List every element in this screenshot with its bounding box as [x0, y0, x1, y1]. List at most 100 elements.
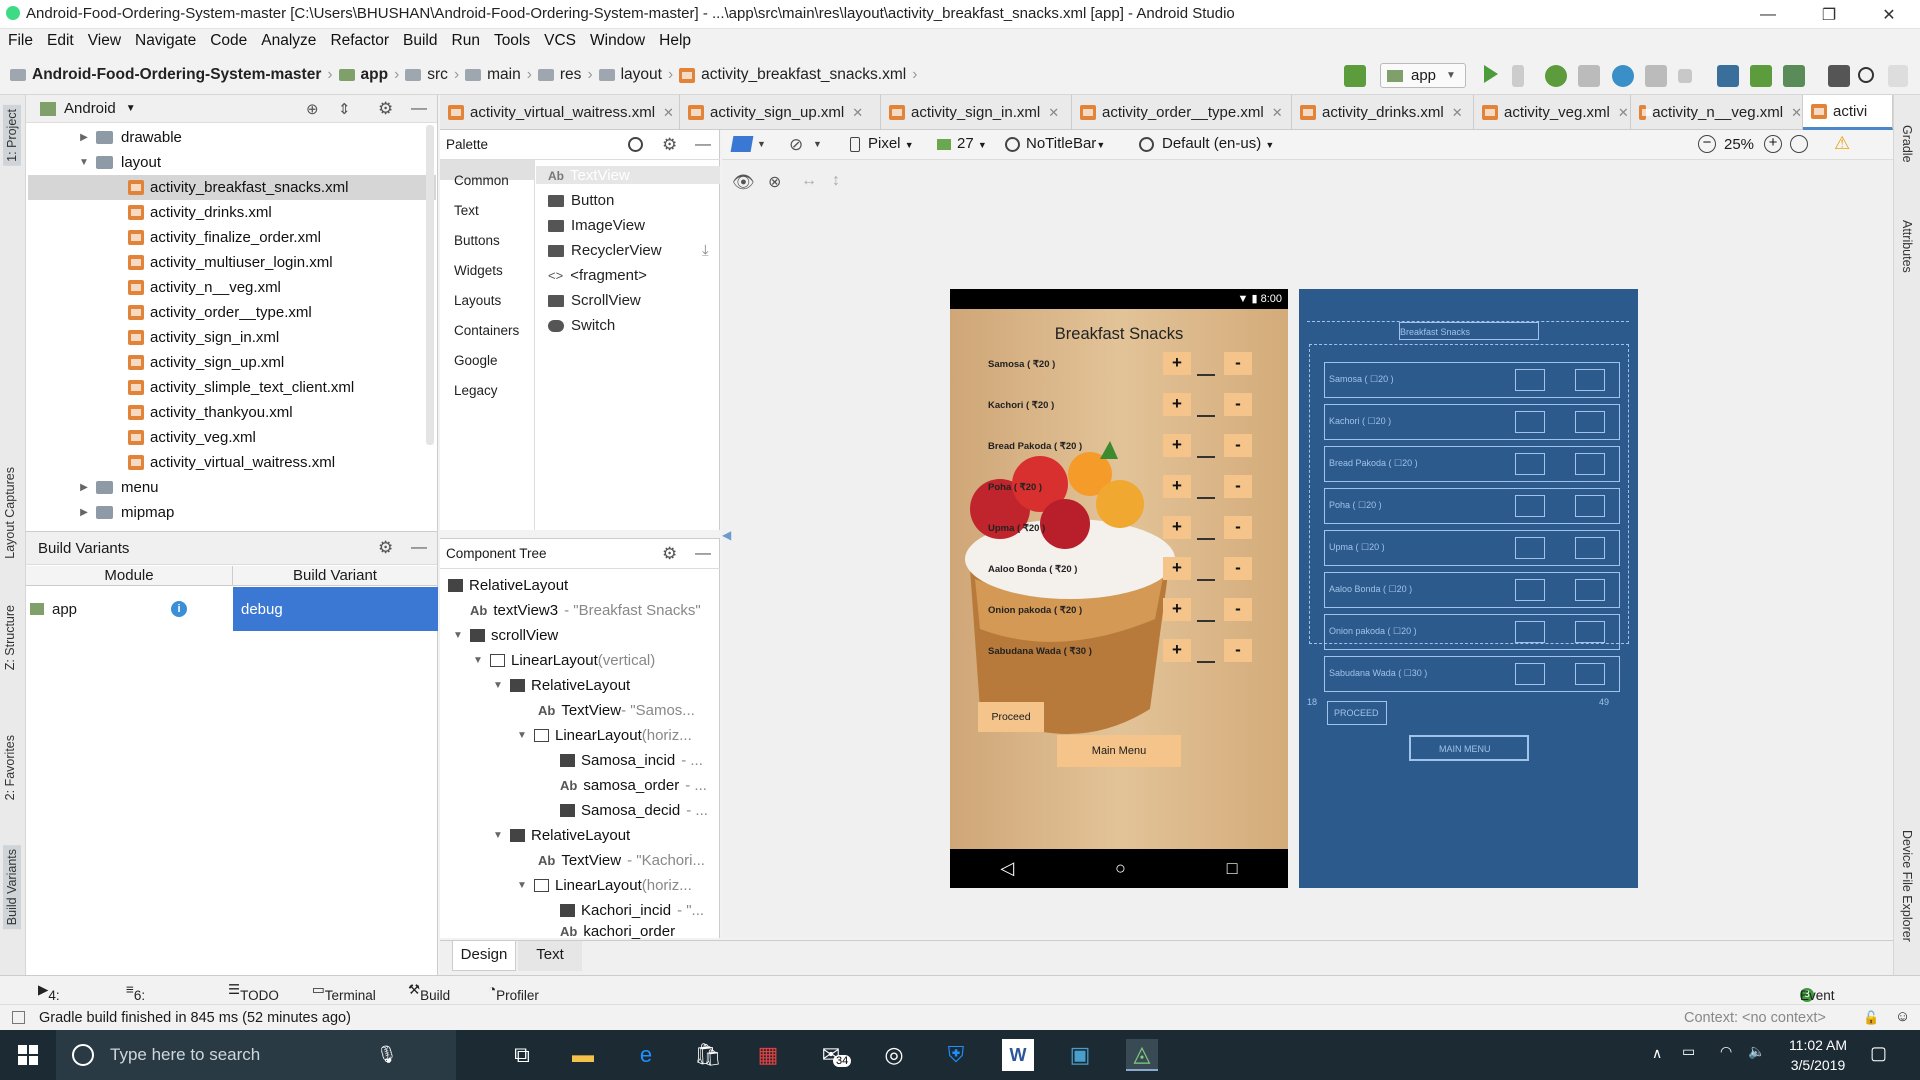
tree-file[interactable]: activity_slimple_text_client.xml — [128, 375, 354, 400]
tree-node[interactable]: Ab TextView - "Samos... — [538, 702, 695, 719]
decrement-button[interactable]: - — [1224, 352, 1252, 375]
show-view-options-icon[interactable]: 👁 — [732, 172, 755, 193]
build-tool-button[interactable]: ⚒ Build — [408, 982, 450, 1003]
palette-category-containers[interactable]: Containers — [454, 323, 519, 338]
close-tab-icon[interactable]: ✕ — [852, 105, 863, 121]
breadcrumb-main[interactable]: main — [465, 55, 521, 95]
quantity-field[interactable] — [1197, 661, 1215, 663]
scroll-from-source-icon[interactable]: ⊕ — [306, 100, 319, 118]
tree-node[interactable]: Ab samosa_order - ... — [560, 777, 707, 794]
api-select[interactable]: 27 ▼ — [937, 135, 987, 152]
breadcrumb-app[interactable]: app — [338, 55, 388, 95]
increment-button[interactable]: + — [1163, 639, 1191, 662]
menu-help[interactable]: Help — [651, 29, 697, 50]
attributes-tab[interactable]: Attributes — [1900, 220, 1914, 273]
palette-item-fragment[interactable]: <> <fragment> — [548, 267, 647, 284]
collapse-all-icon[interactable]: ⇕ — [338, 100, 351, 118]
gear-icon[interactable]: ⚙ — [662, 135, 677, 155]
palette-item-switch[interactable]: Switch — [548, 317, 615, 334]
tab-drinks[interactable]: activity_drinks.xml ✕ — [1292, 95, 1474, 130]
blueprint-main-menu-button[interactable]: MAIN MENU — [1409, 735, 1529, 761]
quantity-field[interactable] — [1197, 538, 1215, 540]
breadcrumb-layout[interactable]: layout — [598, 55, 662, 95]
menu-tools[interactable]: Tools — [486, 29, 536, 50]
close-tab-icon[interactable]: ✕ — [1618, 105, 1629, 121]
blueprint-heading-box[interactable]: Breakfast Snacks — [1399, 322, 1539, 340]
minimize-button[interactable]: — — [1745, 0, 1791, 29]
gear-icon[interactable]: ⚙ — [378, 538, 393, 558]
run-icon[interactable] — [1484, 65, 1498, 83]
tree-folder-drawable[interactable]: ▶ drawable — [76, 125, 182, 150]
variant-cell[interactable]: debug — [233, 587, 438, 631]
decrement-button[interactable]: - — [1224, 516, 1252, 539]
blueprint-button[interactable] — [1515, 537, 1545, 559]
tab-breakfast-snacks-active[interactable]: activi — [1803, 95, 1893, 130]
make-project-icon[interactable] — [1344, 65, 1366, 87]
close-button[interactable]: ✕ — [1866, 0, 1912, 29]
expand-arrow-icon[interactable]: ▶ — [76, 482, 92, 493]
hide-panel-icon[interactable]: — — [411, 100, 427, 118]
back-icon[interactable]: ◁ — [1000, 858, 1014, 879]
tree-file[interactable]: activity_veg.xml — [128, 425, 256, 450]
increment-button[interactable]: + — [1163, 352, 1191, 375]
palette-category-legacy[interactable]: Legacy — [454, 383, 498, 398]
collapse-arrow-icon[interactable]: ▼ — [450, 630, 466, 641]
tree-node[interactable]: ▼ RelativeLayout — [490, 827, 630, 844]
menu-file[interactable]: File — [0, 29, 39, 50]
quantity-field[interactable] — [1197, 497, 1215, 499]
increment-button[interactable]: + — [1163, 393, 1191, 416]
edge-icon[interactable]: e — [630, 1039, 662, 1071]
zoom-out-icon[interactable]: − — [1698, 135, 1716, 153]
build-variants-tab[interactable]: Build Variants — [3, 845, 21, 930]
decrement-button[interactable]: - — [1224, 598, 1252, 621]
terminal-tool-button[interactable]: ▭ Terminal — [312, 982, 376, 1003]
battery-icon[interactable]: ▭ — [1682, 1043, 1695, 1060]
app-icon[interactable]: ▣ — [1064, 1039, 1096, 1071]
sync-gradle-icon[interactable] — [1717, 65, 1739, 87]
palette-category-google[interactable]: Google — [454, 353, 498, 368]
blueprint-button[interactable] — [1515, 621, 1545, 643]
project-view-select[interactable]: Android — [64, 100, 116, 117]
word-icon[interactable]: W — [1002, 1039, 1034, 1071]
blueprint-button[interactable] — [1515, 411, 1545, 433]
project-structure-icon[interactable] — [1828, 65, 1850, 87]
microphone-icon[interactable]: 🎙 — [376, 1045, 398, 1065]
menu-view[interactable]: View — [80, 29, 127, 50]
zoom-in-icon[interactable]: + — [1764, 135, 1782, 153]
tab-order-type[interactable]: activity_order__type.xml ✕ — [1072, 95, 1292, 130]
blueprint-button[interactable] — [1515, 453, 1545, 475]
decrement-button[interactable]: - — [1224, 393, 1252, 416]
blueprint-button[interactable] — [1575, 411, 1605, 433]
breadcrumb-src[interactable]: src — [405, 55, 448, 95]
device-select[interactable]: Pixel ▼ — [850, 135, 914, 152]
palette-item-scrollview[interactable]: ScrollView — [548, 292, 641, 309]
tree-node[interactable]: Samosa_decid - ... — [560, 802, 708, 819]
tree-node[interactable]: Samosa_incid - ... — [560, 752, 703, 769]
avd-manager-icon[interactable] — [1750, 65, 1772, 87]
quantity-field[interactable] — [1197, 456, 1215, 458]
tree-file[interactable]: activity_virtual_waitress.xml — [128, 450, 335, 475]
device-file-explorer-tab[interactable]: Device File Explorer — [1900, 830, 1914, 942]
tree-node[interactable]: ▼ LinearLayout (horiz... — [514, 727, 692, 744]
expand-horizontal-icon[interactable]: ↔ — [801, 172, 817, 190]
volume-icon[interactable]: 🔈 — [1748, 1043, 1765, 1060]
collapse-arrow-icon[interactable]: ▼ — [490, 680, 506, 691]
tree-node[interactable]: Kachori_incid - "... — [560, 902, 704, 919]
hide-panel-icon[interactable]: — — [695, 545, 711, 563]
coverage-icon[interactable] — [1578, 65, 1600, 87]
tree-file[interactable]: activity_n__veg.xml — [128, 275, 281, 300]
hide-panel-icon[interactable]: — — [411, 539, 427, 557]
tree-node[interactable]: Ab TextView - "Kachori... — [538, 852, 705, 869]
media-icon[interactable]: ◎ — [878, 1039, 910, 1071]
collapse-arrow-icon[interactable]: ▼ — [514, 880, 530, 891]
wifi-icon[interactable]: ◠ — [1720, 1043, 1732, 1060]
module-cell[interactable]: app i — [26, 587, 233, 631]
tree-node[interactable]: Ab kachori_order — [560, 924, 675, 939]
close-tab-icon[interactable]: ✕ — [1452, 105, 1463, 121]
menu-build[interactable]: Build — [395, 29, 443, 50]
menu-refactor[interactable]: Refactor — [322, 29, 395, 50]
expand-vertical-icon[interactable]: ↕ — [832, 172, 840, 190]
blueprint-button[interactable] — [1515, 369, 1545, 391]
quantity-field[interactable] — [1197, 620, 1215, 622]
android-studio-taskbar-icon[interactable]: ◬ — [1126, 1039, 1158, 1071]
